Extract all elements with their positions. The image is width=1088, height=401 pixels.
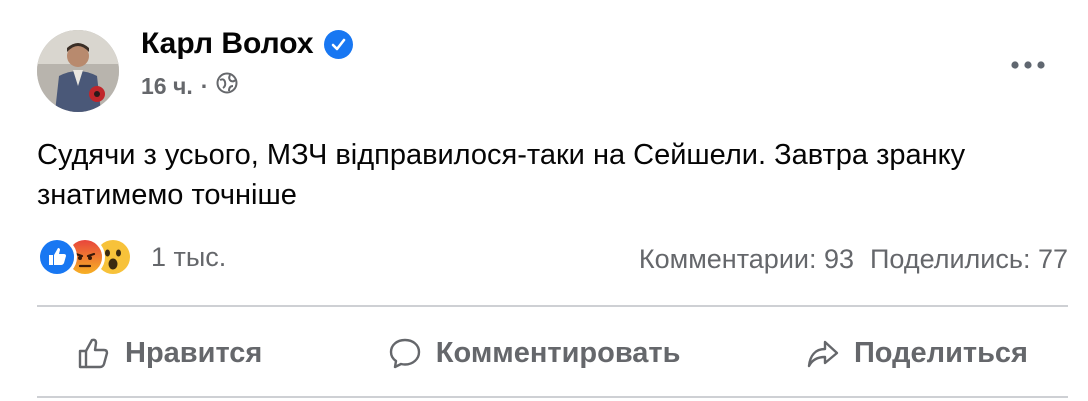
avatar-photo [37,30,119,112]
divider-top [37,305,1068,307]
author-name: Карл Волох [141,27,314,60]
more-options-button[interactable] [1008,52,1048,78]
like-button[interactable]: Нравится [37,336,302,370]
like-icon [37,237,77,277]
ellipsis-icon [1011,61,1045,69]
share-button-label: Поделиться [853,336,1028,369]
author-avatar[interactable] [37,30,119,112]
comment-button-label: Комментировать [435,336,681,369]
engagement-counts: Комментарии: 93 Поделились: 77 [639,244,1068,275]
share-button[interactable]: Поделиться [766,336,1068,370]
divider-bottom [37,396,1068,398]
thumbs-up-icon [78,338,109,369]
post-timestamp[interactable]: 16 ч. [141,73,193,100]
verified-badge-icon [323,29,353,59]
shares-count-link[interactable]: Поделились: 77 [870,244,1068,275]
reactions-summary[interactable]: 1 тыс. [37,237,226,277]
reaction-count: 1 тыс. [151,241,227,272]
like-button-label: Нравится [125,336,263,369]
post-action-bar: Нравится Комментировать Поделиться [37,318,1068,388]
meta-separator: · [200,72,209,99]
comments-count-link[interactable]: Комментарии: 93 [639,244,854,275]
share-arrow-icon [807,340,839,368]
comment-button[interactable]: Комментировать [348,336,721,370]
post-text: Судячи з усього, МЗЧ відправилося-таки н… [37,139,966,211]
globe-icon [216,72,238,100]
post-meta: 16 ч. · [141,72,238,100]
author-name-link[interactable]: Карл Волох [141,27,353,61]
comment-bubble-icon [389,338,420,369]
